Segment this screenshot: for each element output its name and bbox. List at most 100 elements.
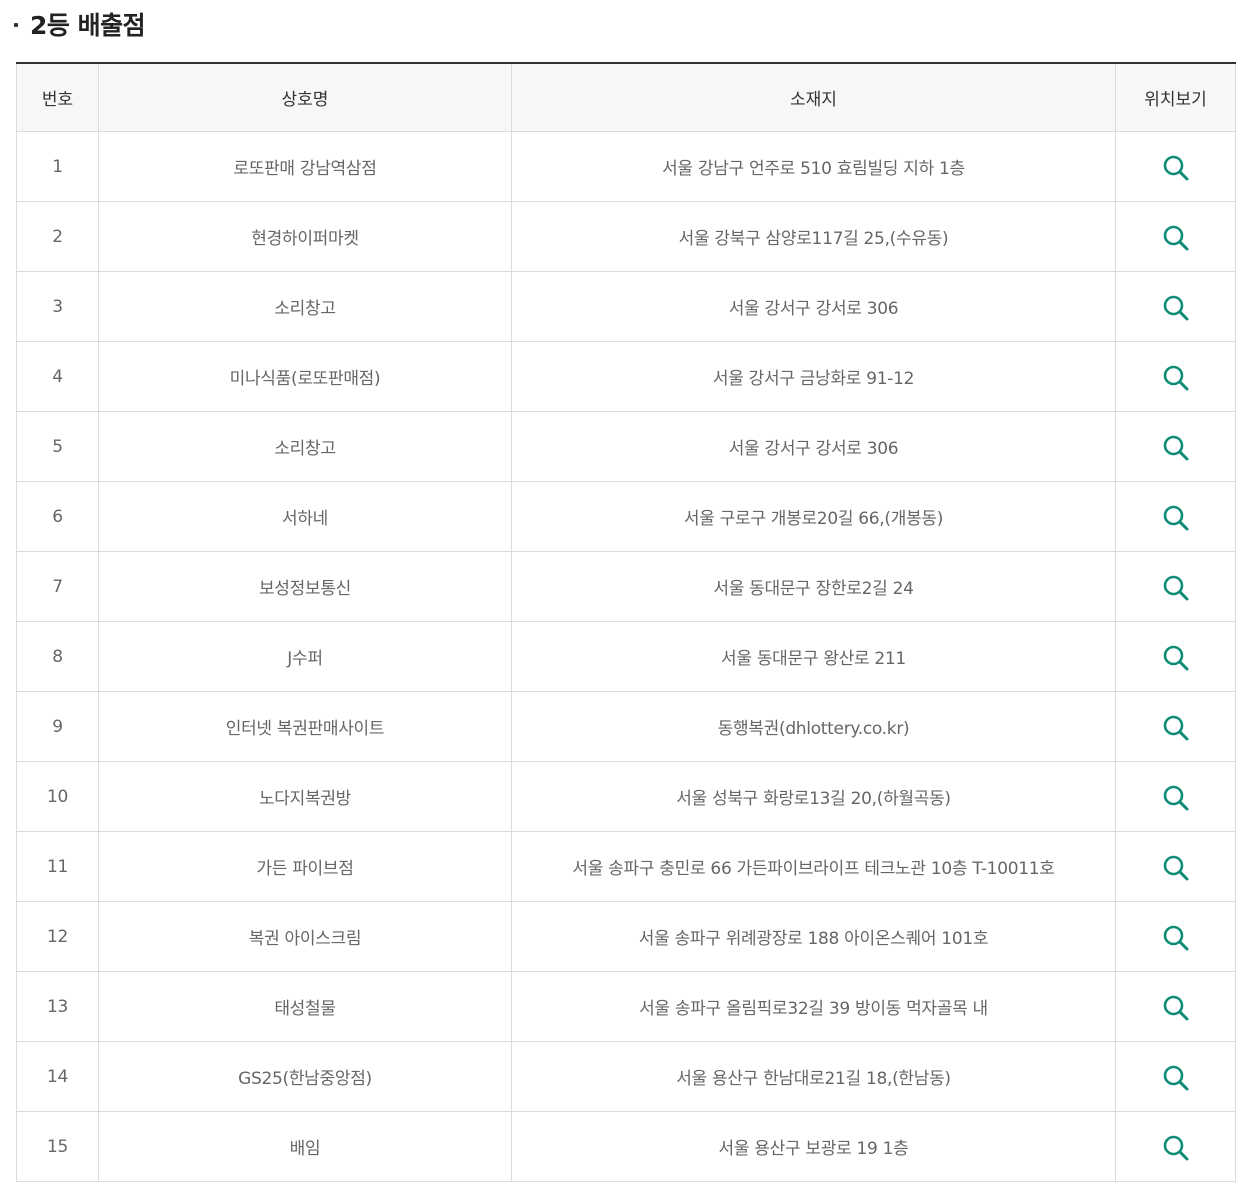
column-header-number: 번호 xyxy=(16,62,99,132)
row-address: 서울 송파구 위례광장로 188 아이온스퀘어 101호 xyxy=(511,901,1116,972)
row-address: 서울 구로구 개봉로20길 66,(개봉동) xyxy=(511,481,1116,552)
view-location-button[interactable] xyxy=(1158,220,1194,256)
search-icon xyxy=(1163,155,1188,180)
view-location-button[interactable] xyxy=(1158,1060,1194,1096)
row-address: 서울 용산구 한남대로21길 18,(한남동) xyxy=(511,1041,1116,1112)
row-view-location-cell xyxy=(1115,341,1236,412)
row-store-name: J수퍼 xyxy=(98,621,512,692)
table-header: 번호 상호명 소재지 위치보기 xyxy=(16,62,1236,132)
row-store-name: GS25(한남중앙점) xyxy=(98,1041,512,1112)
winning-stores-table-container: 번호 상호명 소재지 위치보기 1 로또판매 강남역삼점 서울 강남구 언주로 … xyxy=(16,62,1236,1182)
row-address: 서울 송파구 올림픽로32길 39 방이동 먹자골목 내 xyxy=(511,971,1116,1042)
row-store-name: 가든 파이브점 xyxy=(98,831,512,902)
search-icon xyxy=(1163,1065,1188,1090)
section-title-text: 2등 배출점 xyxy=(30,11,146,40)
row-number: 9 xyxy=(16,691,99,762)
view-location-button[interactable] xyxy=(1158,990,1194,1026)
row-view-location-cell xyxy=(1115,481,1236,552)
column-header-view-location: 위치보기 xyxy=(1115,62,1236,132)
row-view-location-cell xyxy=(1115,971,1236,1042)
row-number: 15 xyxy=(16,1111,99,1182)
view-location-button[interactable] xyxy=(1158,640,1194,676)
row-address: 동행복권(dhlottery.co.kr) xyxy=(511,691,1116,762)
row-number: 13 xyxy=(16,971,99,1042)
view-location-button[interactable] xyxy=(1158,360,1194,396)
row-view-location-cell xyxy=(1115,691,1236,762)
view-location-button[interactable] xyxy=(1158,430,1194,466)
view-location-button[interactable] xyxy=(1158,500,1194,536)
search-icon xyxy=(1163,1135,1188,1160)
row-address: 서울 성북구 화랑로13길 20,(하월곡동) xyxy=(511,761,1116,832)
column-header-store-name: 상호명 xyxy=(98,62,512,132)
table-row: 14 GS25(한남중앙점) 서울 용산구 한남대로21길 18,(한남동) xyxy=(16,1041,1236,1112)
row-number: 6 xyxy=(16,481,99,552)
row-view-location-cell xyxy=(1115,1111,1236,1182)
search-icon xyxy=(1163,575,1188,600)
row-number: 8 xyxy=(16,621,99,692)
search-icon xyxy=(1163,435,1188,460)
row-view-location-cell xyxy=(1115,271,1236,342)
search-icon xyxy=(1163,785,1188,810)
table-row: 13 태성철물 서울 송파구 올림픽로32길 39 방이동 먹자골목 내 xyxy=(16,971,1236,1042)
row-store-name: 보성정보통신 xyxy=(98,551,512,622)
row-address: 서울 동대문구 왕산로 211 xyxy=(511,621,1116,692)
row-store-name: 태성철물 xyxy=(98,971,512,1042)
row-view-location-cell xyxy=(1115,201,1236,272)
view-location-button[interactable] xyxy=(1158,1130,1194,1166)
table-row: 4 미나식품(로또판매점) 서울 강서구 금낭화로 91-12 xyxy=(16,341,1236,412)
row-address: 서울 강북구 삼양로117길 25,(수유동) xyxy=(511,201,1116,272)
row-store-name: 복권 아이스크림 xyxy=(98,901,512,972)
row-address: 서울 강서구 강서로 306 xyxy=(511,411,1116,482)
row-number: 3 xyxy=(16,271,99,342)
search-icon xyxy=(1163,295,1188,320)
search-icon xyxy=(1163,855,1188,880)
row-address: 서울 강서구 금낭화로 91-12 xyxy=(511,341,1116,412)
row-number: 1 xyxy=(16,131,99,202)
row-view-location-cell xyxy=(1115,411,1236,482)
view-location-button[interactable] xyxy=(1158,850,1194,886)
row-address: 서울 강남구 언주로 510 효림빌딩 지하 1층 xyxy=(511,131,1116,202)
row-store-name: 현경하이퍼마켓 xyxy=(98,201,512,272)
search-icon xyxy=(1163,365,1188,390)
table-row: 5 소리창고 서울 강서구 강서로 306 xyxy=(16,411,1236,482)
table-row: 15 배임 서울 용산구 보광로 19 1층 xyxy=(16,1111,1236,1182)
row-store-name: 배임 xyxy=(98,1111,512,1182)
section-title: 2등 배출점 xyxy=(14,6,146,42)
view-location-button[interactable] xyxy=(1158,710,1194,746)
row-number: 2 xyxy=(16,201,99,272)
row-address: 서울 강서구 강서로 306 xyxy=(511,271,1116,342)
row-view-location-cell xyxy=(1115,901,1236,972)
row-number: 5 xyxy=(16,411,99,482)
table-row: 11 가든 파이브점 서울 송파구 충민로 66 가든파이브라이프 테크노관 1… xyxy=(16,831,1236,902)
search-icon xyxy=(1163,715,1188,740)
view-location-button[interactable] xyxy=(1158,150,1194,186)
row-store-name: 인터넷 복권판매사이트 xyxy=(98,691,512,762)
column-header-address: 소재지 xyxy=(511,62,1116,132)
table-row: 8 J수퍼 서울 동대문구 왕산로 211 xyxy=(16,621,1236,692)
row-address: 서울 송파구 충민로 66 가든파이브라이프 테크노관 10층 T-10011호 xyxy=(511,831,1116,902)
search-icon xyxy=(1163,925,1188,950)
table-row: 9 인터넷 복권판매사이트 동행복권(dhlottery.co.kr) xyxy=(16,691,1236,762)
view-location-button[interactable] xyxy=(1158,780,1194,816)
row-number: 7 xyxy=(16,551,99,622)
row-view-location-cell xyxy=(1115,831,1236,902)
view-location-button[interactable] xyxy=(1158,570,1194,606)
table-row: 3 소리창고 서울 강서구 강서로 306 xyxy=(16,271,1236,342)
table-row: 2 현경하이퍼마켓 서울 강북구 삼양로117길 25,(수유동) xyxy=(16,201,1236,272)
row-store-name: 소리창고 xyxy=(98,411,512,482)
row-address: 서울 동대문구 장한로2길 24 xyxy=(511,551,1116,622)
table-header-row: 번호 상호명 소재지 위치보기 xyxy=(16,62,1236,132)
view-location-button[interactable] xyxy=(1158,920,1194,956)
row-view-location-cell xyxy=(1115,131,1236,202)
search-icon xyxy=(1163,505,1188,530)
search-icon xyxy=(1163,645,1188,670)
row-view-location-cell xyxy=(1115,761,1236,832)
table-row: 10 노다지복권방 서울 성북구 화랑로13길 20,(하월곡동) xyxy=(16,761,1236,832)
bullet-dot-icon xyxy=(14,23,18,27)
view-location-button[interactable] xyxy=(1158,290,1194,326)
table-row: 1 로또판매 강남역삼점 서울 강남구 언주로 510 효림빌딩 지하 1층 xyxy=(16,131,1236,202)
search-icon xyxy=(1163,225,1188,250)
table-row: 6 서하네 서울 구로구 개봉로20길 66,(개봉동) xyxy=(16,481,1236,552)
row-address: 서울 용산구 보광로 19 1층 xyxy=(511,1111,1116,1182)
row-number: 14 xyxy=(16,1041,99,1112)
